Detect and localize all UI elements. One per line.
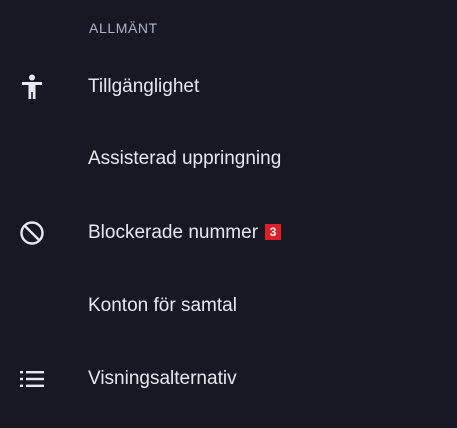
section-header-general: ALLMÄNT (89, 20, 158, 36)
accessibility-icon (18, 73, 46, 101)
settings-item-accessibility[interactable]: Tillgänglighet (0, 56, 457, 118)
settings-item-label: Konton för samtal (88, 295, 237, 316)
settings-item-label: Blockerade nummer 3 (88, 221, 282, 245)
settings-item-assisted-dialing[interactable]: Assisterad uppringning (0, 128, 457, 190)
settings-item-calling-accounts[interactable]: Konton för samtal (0, 275, 457, 337)
count-badge: 3 (265, 224, 282, 240)
settings-item-label: Assisterad uppringning (88, 148, 282, 169)
settings-item-label: Tillgänglighet (88, 76, 200, 97)
blocked-numbers-label: Blockerade nummer (88, 222, 259, 243)
block-icon (18, 219, 46, 247)
settings-item-label: Visningsalternativ (88, 368, 237, 389)
settings-item-blocked-numbers[interactable]: Blockerade nummer 3 (0, 202, 457, 264)
settings-item-display-options[interactable]: Visningsalternativ (0, 348, 457, 410)
list-icon (18, 365, 46, 393)
